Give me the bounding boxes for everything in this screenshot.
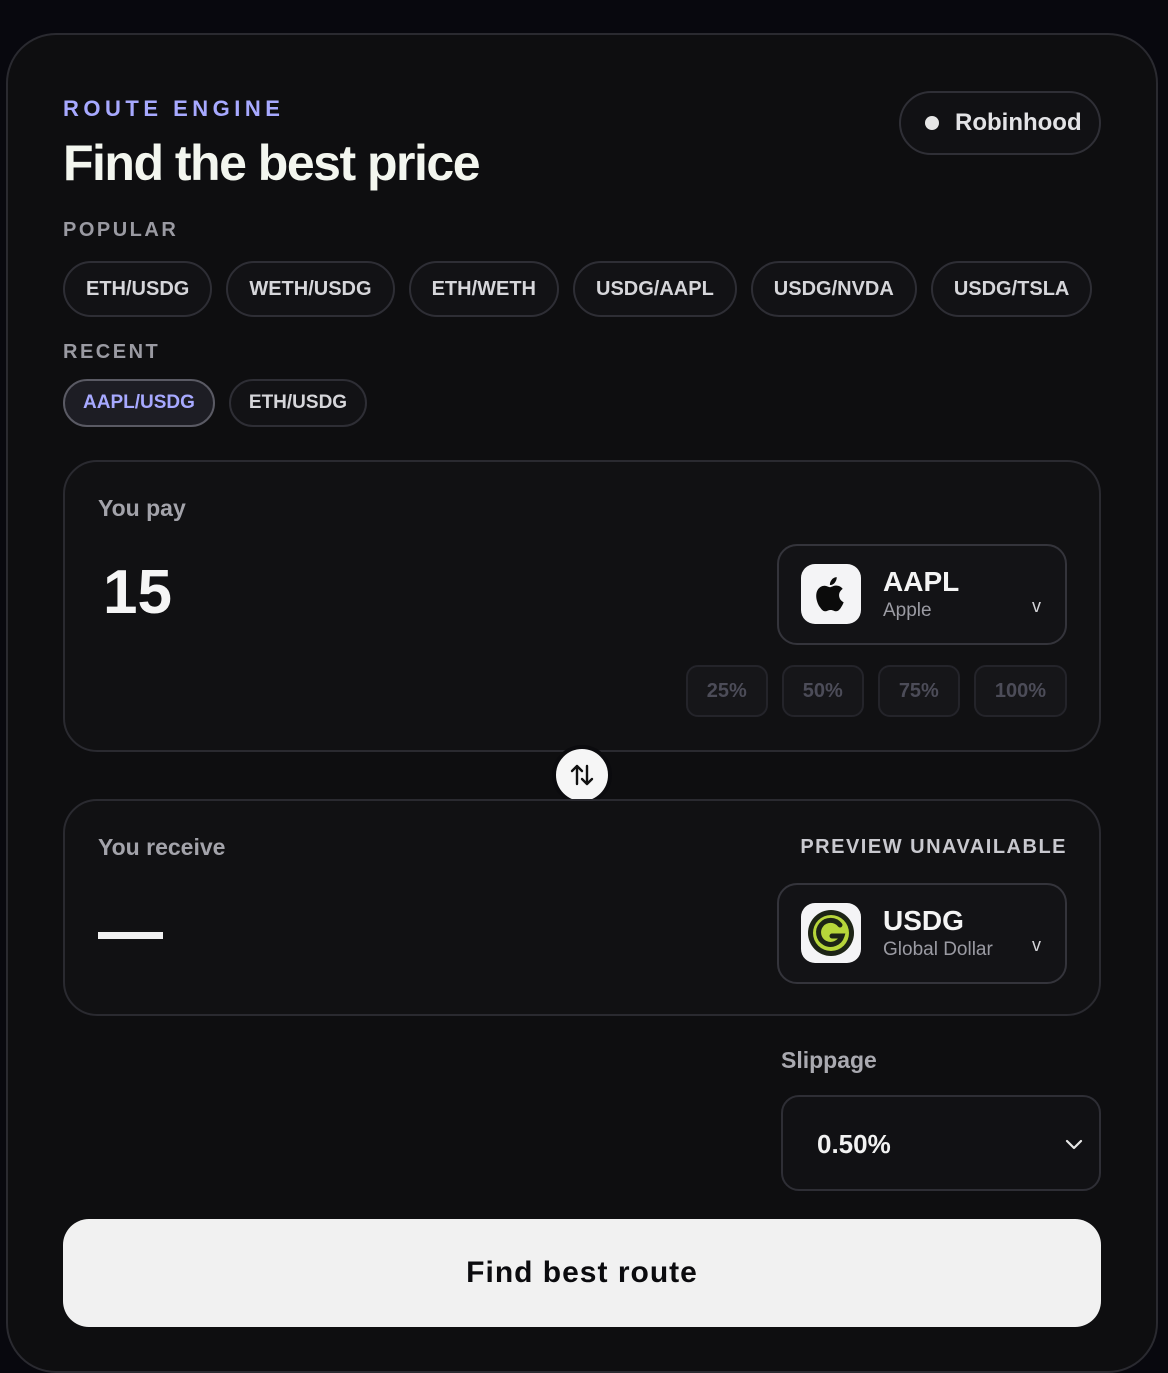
recent-pair-chip-active[interactable]: AAPL/USDG: [63, 379, 215, 427]
recent-pairs-list: AAPL/USDG ETH/USDG: [63, 379, 1101, 427]
network-label: Robinhood: [955, 109, 1082, 136]
percent-50-button[interactable]: 50%: [781, 665, 864, 717]
popular-pair-chip[interactable]: USDG/NVDA: [750, 261, 917, 317]
popular-label: POPULAR: [63, 219, 179, 241]
section-eyebrow: ROUTE ENGINE: [63, 96, 285, 121]
page-title: Find the best price: [63, 135, 481, 191]
popular-pairs-list: ETH/USDG WETH/USDG ETH/WETH USDG/AAPL US…: [63, 261, 1101, 317]
slippage-label: Slippage: [781, 1047, 877, 1073]
receive-token-symbol: USDG: [883, 905, 964, 936]
popular-pair-chip[interactable]: USDG/AAPL: [573, 261, 737, 317]
preview-status: PREVIEW UNAVAILABLE: [800, 836, 1067, 858]
swap-arrows-icon: [570, 764, 594, 786]
pay-token-name: Apple: [883, 600, 932, 621]
pay-amount-input[interactable]: 15: [103, 557, 172, 628]
pay-token-selector[interactable]: AAPL Apple v: [777, 544, 1067, 645]
receive-amount-placeholder: [98, 932, 163, 939]
slippage-value: 0.50%: [817, 1129, 891, 1159]
network-selector-button[interactable]: Robinhood: [899, 91, 1101, 155]
pay-label: You pay: [98, 495, 186, 521]
percent-25-button[interactable]: 25%: [685, 665, 768, 717]
percent-options: 25% 50% 75% 100%: [685, 665, 1067, 717]
find-best-route-button[interactable]: Find best route: [63, 1219, 1101, 1327]
receive-token-name: Global Dollar: [883, 939, 993, 960]
swap-direction-button[interactable]: [552, 745, 612, 805]
percent-100-button[interactable]: 100%: [973, 665, 1067, 717]
popular-pair-chip[interactable]: WETH/USDG: [226, 261, 395, 317]
chevron-down-icon: [1065, 1139, 1083, 1150]
popular-pair-chip[interactable]: ETH/USDG: [63, 261, 213, 317]
network-status-dot-icon: [925, 116, 939, 130]
recent-label: RECENT: [63, 341, 161, 363]
receive-label: You receive: [98, 834, 226, 860]
popular-pair-chip[interactable]: ETH/WETH: [408, 261, 559, 317]
popular-pair-chip[interactable]: USDG/TSLA: [930, 261, 1093, 317]
apple-logo-icon: [801, 564, 861, 624]
receive-token-selector[interactable]: USDG Global Dollar v: [777, 883, 1067, 984]
pay-panel: You pay 15 AAPL Apple v 25% 50% 75% 100%: [63, 460, 1101, 752]
percent-75-button[interactable]: 75%: [877, 665, 960, 717]
recent-pair-chip[interactable]: ETH/USDG: [228, 379, 368, 427]
chevron-down-icon: v: [1032, 935, 1041, 955]
chevron-down-icon: v: [1032, 596, 1041, 616]
global-dollar-logo-icon: [801, 903, 861, 963]
slippage-select[interactable]: 0.50%: [781, 1095, 1101, 1191]
pay-token-symbol: AAPL: [883, 566, 960, 597]
receive-panel: You receive PREVIEW UNAVAILABLE USDG Glo…: [63, 799, 1101, 1016]
